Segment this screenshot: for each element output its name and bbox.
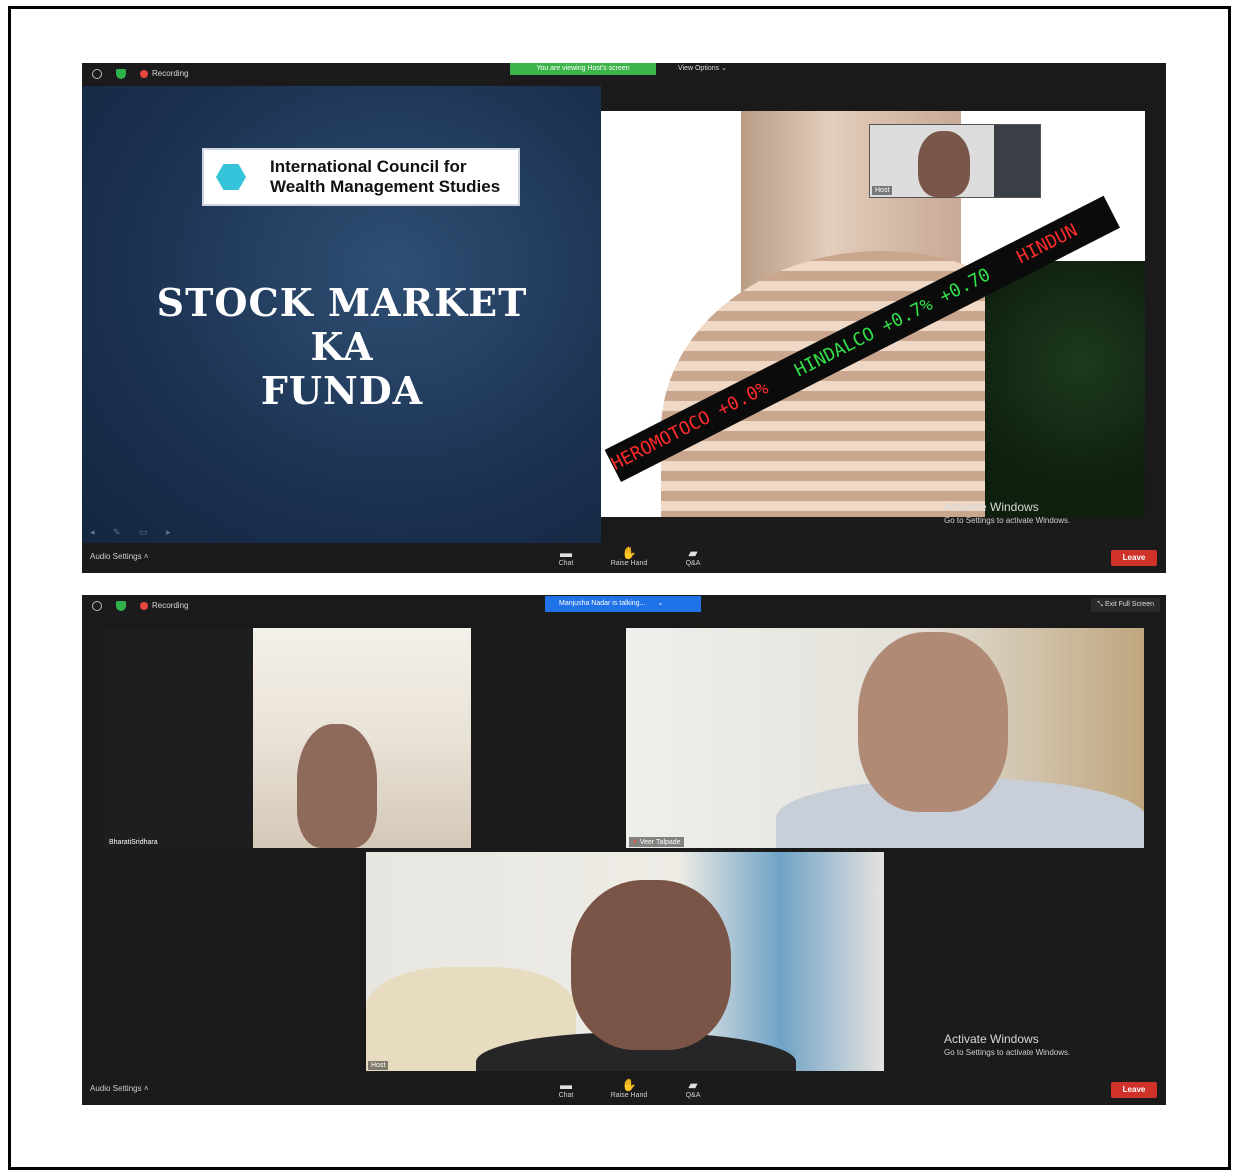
recording-label: Recording	[152, 601, 189, 610]
activate-windows-subtext: Go to Settings to activate Windows.	[944, 516, 1071, 525]
slide-title-line-1: STOCK MARKET	[156, 280, 528, 325]
exit-full-screen-label: Exit Full Screen	[1104, 601, 1154, 608]
activate-windows-watermark: Activate Windows Go to Settings to activ…	[944, 501, 1070, 527]
qa-label: Q&A	[685, 560, 701, 567]
audio-settings-button[interactable]: Audio Settings ˄	[90, 552, 149, 561]
participant-video-1[interactable]	[253, 628, 471, 848]
audio-settings-button[interactable]: Audio Settings ˄	[90, 1084, 149, 1093]
bottom-toolbar: Audio Settings ˄ ▬ Chat ✋ Raise Hand ▰ Q&A …	[82, 543, 1166, 573]
slide-nav-controls[interactable]: ◂ ✎ ▭ ▸	[90, 527, 179, 538]
active-speaker-banner[interactable]: Manjusha Nadar is talking... ⌄	[545, 596, 701, 612]
qa-button[interactable]: ▰ Q&A	[673, 546, 713, 567]
chevron-up-icon: ˄	[143, 1084, 149, 1093]
chat-label: Chat	[558, 560, 574, 567]
participant-video-3[interactable]: Host	[366, 852, 884, 1071]
raise-hand-label: Raise Hand	[610, 1092, 648, 1099]
recording-icon	[140, 70, 148, 78]
participant-name-2-text: Veer Talpade	[639, 839, 681, 846]
chevron-down-icon: ⌄	[721, 65, 727, 72]
audio-settings-label: Audio Settings	[90, 552, 142, 561]
chevron-down-icon: ⌄	[657, 600, 664, 607]
background-window	[994, 125, 1040, 197]
recording-label: Recording	[152, 69, 189, 78]
participant-name-1: BharatiSridhara	[109, 839, 158, 846]
chat-label: Chat	[558, 1092, 574, 1099]
leave-button[interactable]: Leave	[1111, 1082, 1157, 1098]
slide-title-line-2: KA	[310, 324, 374, 369]
security-shield-icon[interactable]	[116, 601, 126, 611]
activate-windows-text: Activate Windows	[944, 1032, 1039, 1046]
logo-line-1: International Council for	[270, 157, 467, 176]
activate-windows-text: Activate Windows	[944, 500, 1039, 514]
participant-name-3: Host	[368, 1061, 389, 1070]
slide-title: STOCK MARKET KA FUNDA	[96, 281, 588, 413]
tree	[985, 261, 1145, 517]
view-options-label: View Options	[678, 65, 720, 72]
host-thumb-label: Host	[872, 186, 893, 195]
participant-name-2: ✕ Veer Talpade	[629, 837, 684, 847]
bottom-toolbar: Audio Settings ˄ ▬ Chat ✋ Raise Hand ▰ Q&A …	[82, 1075, 1166, 1105]
security-shield-icon[interactable]	[116, 69, 126, 79]
active-speaker-text: Manjusha Nadar is talking...	[559, 600, 646, 607]
zoom-gallery-window: Recording Manjusha Nadar is talking... ⌄…	[82, 595, 1166, 1105]
recording-icon	[140, 602, 148, 610]
qa-icon: ▰	[688, 546, 698, 560]
chevron-up-icon: ˄	[143, 552, 149, 561]
slide-title-line-3: FUNDA	[260, 368, 424, 413]
zoom-screen-share-window: Recording You are viewing Host's screen …	[82, 63, 1166, 573]
view-options-button[interactable]: View Options ⌄	[678, 64, 727, 72]
hexagon-logo-icon	[216, 164, 246, 190]
viewing-host-screen-banner: You are viewing Host's screen	[510, 63, 656, 75]
logo-line-2: Wealth Management Studies	[270, 177, 501, 196]
chat-button[interactable]: ▬ Chat	[546, 546, 586, 567]
exit-full-screen-icon: ⤡	[1097, 601, 1104, 608]
raise-hand-button[interactable]: ✋ Raise Hand	[609, 546, 649, 567]
organization-logo: International Council for Wealth Managem…	[202, 148, 520, 206]
chat-icon: ▬	[560, 546, 572, 560]
raise-hand-button[interactable]: ✋ Raise Hand	[609, 1078, 649, 1099]
chat-button[interactable]: ▬ Chat	[546, 1078, 586, 1099]
top-bar: Recording You are viewing Host's screen …	[82, 63, 1166, 86]
logo-text: International Council for Wealth Managem…	[270, 157, 500, 197]
presentation-slide: International Council for Wealth Managem…	[82, 86, 601, 543]
participant-face	[297, 724, 377, 848]
qa-label: Q&A	[685, 1092, 701, 1099]
info-icon[interactable]	[92, 601, 102, 611]
participant-face	[858, 632, 1008, 812]
top-bar: Recording Manjusha Nadar is talking... ⌄…	[82, 595, 1166, 618]
activate-windows-subtext: Go to Settings to activate Windows.	[944, 1048, 1071, 1057]
participant-tile-blank[interactable]: BharatiSridhara	[104, 628, 253, 848]
leave-button[interactable]: Leave	[1111, 550, 1157, 566]
participant-face	[571, 880, 731, 1050]
qa-button[interactable]: ▰ Q&A	[673, 1078, 713, 1099]
hand-icon: ✋	[621, 546, 637, 560]
audio-settings-label: Audio Settings	[90, 1084, 142, 1093]
host-video-thumbnail[interactable]: Host	[869, 124, 1041, 198]
qa-icon: ▰	[688, 1078, 698, 1092]
mic-muted-icon: ✕	[632, 839, 638, 846]
exit-full-screen-button[interactable]: ⤡ Exit Full Screen	[1091, 598, 1160, 612]
chat-icon: ▬	[560, 1078, 572, 1092]
participant-video-2[interactable]: ✕ Veer Talpade	[626, 628, 1144, 848]
activate-windows-watermark: Activate Windows Go to Settings to activ…	[944, 1033, 1070, 1059]
info-icon[interactable]	[92, 69, 102, 79]
raise-hand-label: Raise Hand	[610, 560, 648, 567]
hand-icon: ✋	[621, 1078, 637, 1092]
host-face	[918, 131, 970, 197]
